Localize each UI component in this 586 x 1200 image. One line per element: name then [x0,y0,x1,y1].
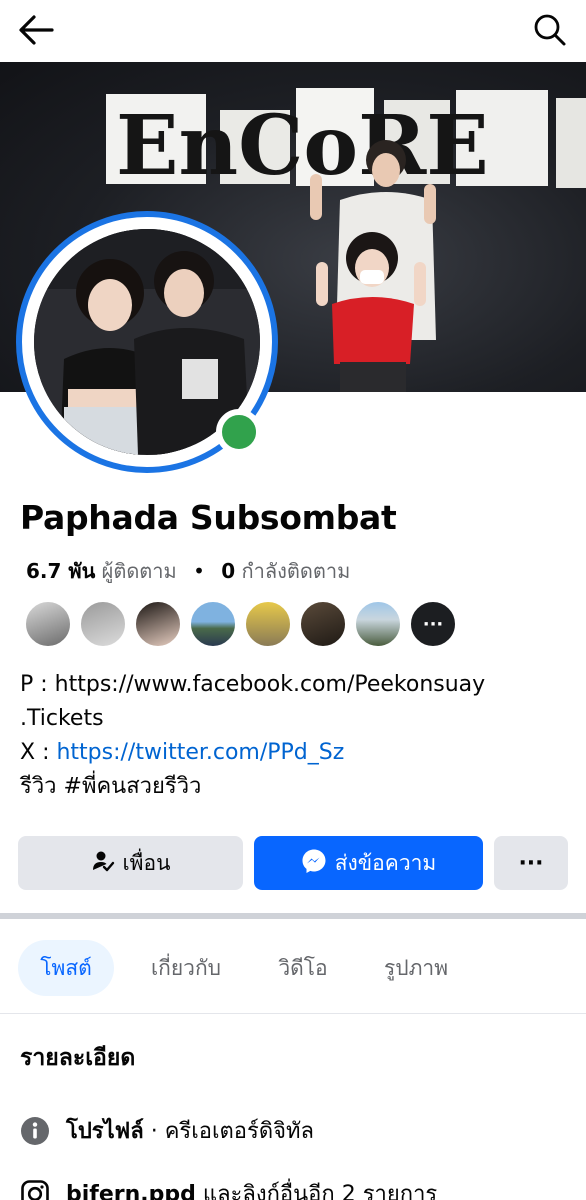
friend-avatar[interactable] [134,600,182,648]
friends-button[interactable]: เพื่อน [18,836,243,890]
search-icon[interactable] [532,12,568,48]
info-icon [20,1116,50,1146]
online-status-dot [216,409,262,455]
follow-stats: 6.7 พัน ผู้ติดตาม • 0 กำลังติดตาม [26,555,350,587]
detail-profile-category[interactable]: โปรไฟล์ · ครีเอเตอร์ดิจิทัล [20,1113,314,1148]
detail-instagram-handle[interactable]: bifern.ppd [66,1182,196,1200]
friend-avatar[interactable] [189,600,237,648]
friend-check-icon [91,849,115,878]
message-button-label: ส่งข้อความ [334,850,437,875]
bio-line-tickets: .Tickets [20,706,104,731]
more-friends-label: ··· [422,613,444,635]
bio-line-review: รีวิว #พี่คนสวยรีวิว [20,774,202,799]
stats-separator: • [193,559,205,583]
friend-avatar[interactable] [299,600,347,648]
friend-avatar[interactable] [244,600,292,648]
detail-instagram-more[interactable]: และลิงก์อื่นอีก 2 รายการ [196,1182,437,1200]
tab-videos-label: วิดีโอ [278,955,328,980]
tab-about[interactable]: เกี่ยวกับ [134,940,238,996]
followers-label[interactable]: ผู้ติดตาม [102,559,177,583]
tabs-separator [0,1013,586,1014]
bio-twitter-prefix: X : [20,740,57,765]
tab-videos[interactable]: วิดีโอ [262,940,344,996]
tab-about-label: เกี่ยวกับ [150,955,222,980]
details-title: รายละเอียด [20,1045,136,1071]
instagram-icon [20,1179,50,1200]
messenger-icon [301,848,327,879]
bio-line-facebook: P : https://www.facebook.com/Peekonsuay [20,668,576,702]
more-options-button[interactable]: ··· [494,836,568,890]
bio-twitter-link[interactable]: https://twitter.com/PPd_Sz [56,740,344,765]
profile-tabs: โพสต์ เกี่ยวกับ วิดีโอ รูปภาพ [0,940,586,998]
arrow-left-icon[interactable] [16,12,56,48]
cover-person-woman [316,222,426,392]
detail-profile-label: โปรไฟล์ [66,1119,144,1144]
bio-line-twitter: X : https://twitter.com/PPd_Sz [20,736,576,770]
top-bar [0,0,586,62]
friend-avatar[interactable] [354,600,402,648]
profile-bio: P : https://www.facebook.com/Peekonsuay … [20,668,576,804]
friend-avatar[interactable] [24,600,72,648]
friend-avatar[interactable] [79,600,127,648]
more-friends-button[interactable]: ··· [409,600,457,648]
more-options-icon: ··· [518,850,544,876]
detail-profile-value: · ครีเอเตอร์ดิจิทัล [143,1119,314,1144]
message-button[interactable]: ส่งข้อความ [254,836,483,890]
tab-photos-label: รูปภาพ [383,955,449,980]
tab-photos[interactable]: รูปภาพ [368,940,464,996]
detail-instagram[interactable]: bifern.ppd และลิงก์อื่นอีก 2 รายการ [20,1176,437,1200]
following-count[interactable]: 0 [221,559,235,583]
tab-posts-label: โพสต์ [40,955,92,980]
bio-facebook-prefix: P : [20,672,55,697]
bio-facebook-link[interactable]: https://www.facebook.com/Peekonsuay [55,672,486,697]
followers-count[interactable]: 6.7 พัน [26,559,95,583]
friends-button-label: เพื่อน [122,850,171,875]
following-label[interactable]: กำลังติดตาม [242,559,351,583]
profile-name: Paphada Subsombat [20,498,397,537]
section-divider [0,913,586,919]
tab-posts[interactable]: โพสต์ [18,940,114,996]
